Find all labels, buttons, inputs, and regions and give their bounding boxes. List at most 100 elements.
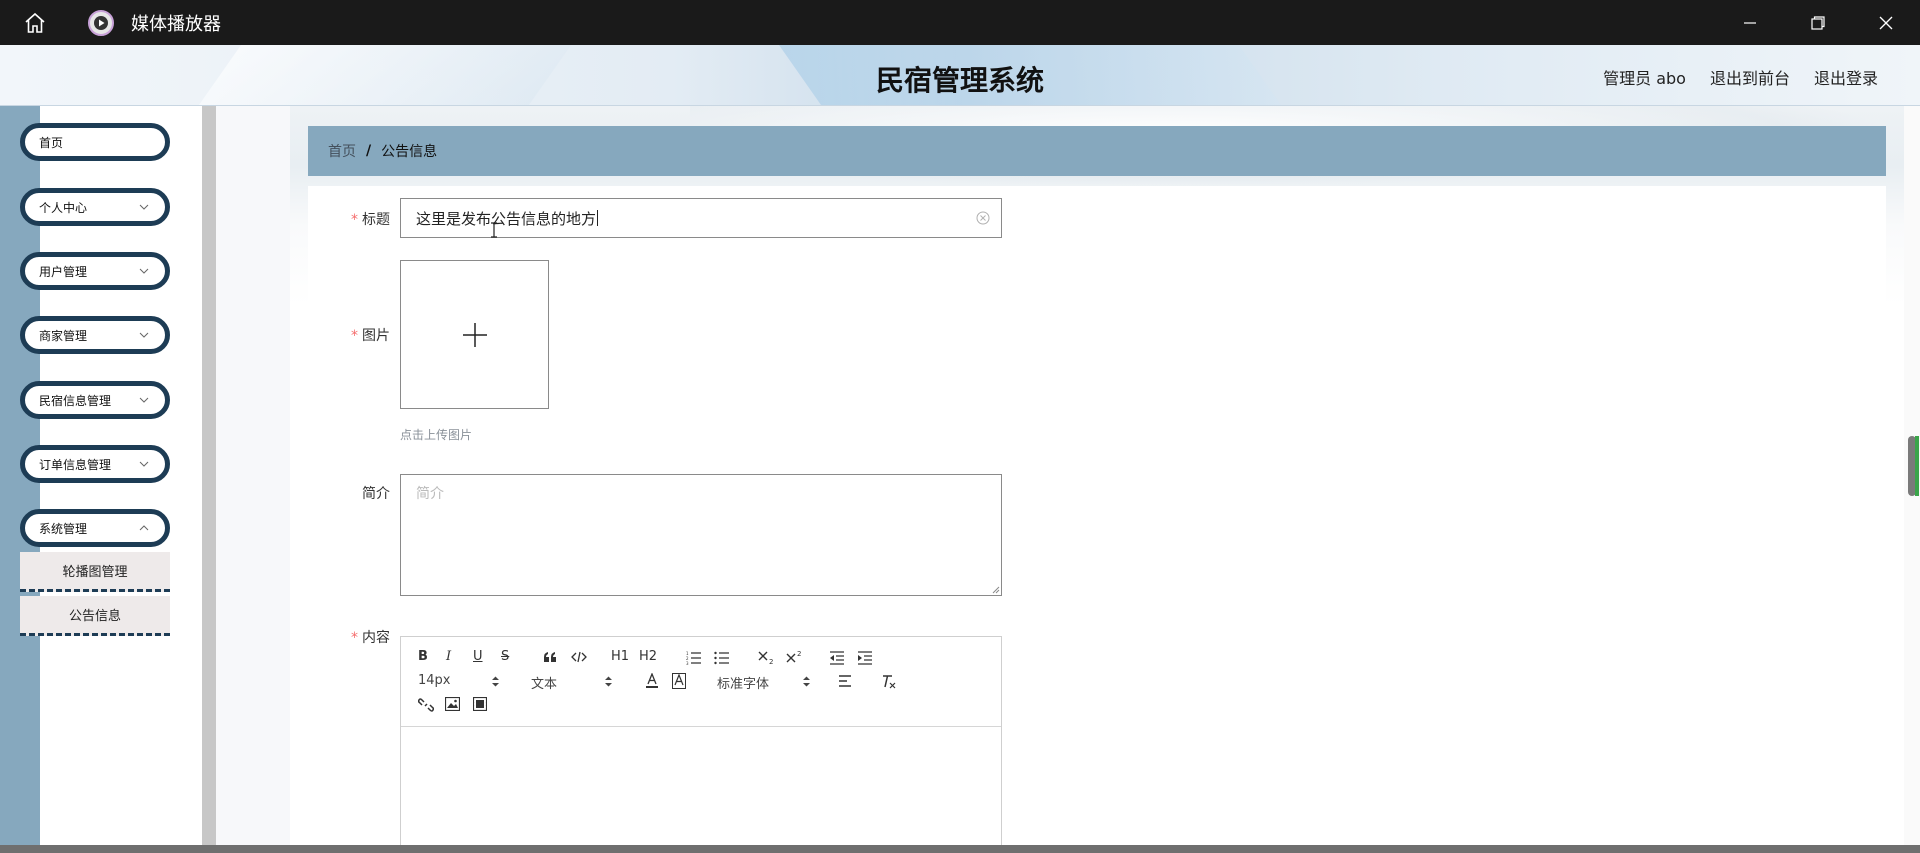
required-mark: * bbox=[351, 630, 358, 646]
title-label: * 标题 bbox=[310, 209, 390, 229]
sidebar-item-label: 用户管理 bbox=[39, 264, 88, 279]
chevron-down-icon bbox=[139, 525, 149, 531]
breadcrumb-separator: / bbox=[366, 143, 372, 159]
indent-icon[interactable] bbox=[857, 651, 873, 665]
chevron-down-icon bbox=[139, 268, 149, 274]
rich-text-editor: B I U S H1 H2 123 2 2 14px 文本 标准字体 bbox=[400, 636, 1002, 853]
svg-text:3: 3 bbox=[686, 661, 689, 665]
breadcrumb-home[interactable]: 首页 bbox=[328, 141, 356, 161]
breadcrumb: 首页 / 公告信息 bbox=[308, 126, 1886, 176]
italic-button[interactable]: I bbox=[446, 649, 451, 664]
intro-textarea[interactable]: 简介 bbox=[400, 474, 1002, 596]
chevron-down-icon bbox=[139, 461, 149, 467]
sidebar-item-users[interactable]: 用户管理 bbox=[20, 252, 170, 290]
sidebar-item-system[interactable]: 系统管理 bbox=[20, 509, 170, 547]
sidebar-item-homestays[interactable]: 民宿信息管理 bbox=[20, 381, 170, 419]
submenu-item-label: 轮播图管理 bbox=[62, 565, 128, 580]
bold-button[interactable]: B bbox=[418, 649, 428, 664]
image-label: * 图片 bbox=[310, 325, 390, 345]
close-icon[interactable] bbox=[1852, 0, 1920, 45]
header-actions: 管理员 abo 退出到前台 退出登录 bbox=[1603, 65, 1878, 89]
bullet-list-icon[interactable] bbox=[714, 651, 730, 665]
sidebar-divider bbox=[202, 106, 216, 853]
strike-button[interactable]: S bbox=[501, 649, 509, 664]
heading1-button[interactable]: H1 bbox=[611, 649, 629, 664]
required-mark: * bbox=[351, 328, 358, 344]
quote-icon[interactable] bbox=[543, 651, 557, 663]
outdent-icon[interactable] bbox=[829, 651, 845, 665]
editor-toolbar: B I U S H1 H2 123 2 2 14px 文本 标准字体 bbox=[401, 637, 1001, 727]
upload-tip: 点击上传图片 bbox=[400, 428, 473, 442]
submenu-item-carousel[interactable]: 轮播图管理 bbox=[20, 552, 170, 592]
plus-icon bbox=[462, 322, 487, 347]
sidebar-item-orders[interactable]: 订单信息管理 bbox=[20, 445, 170, 483]
select-arrows-icon bbox=[803, 676, 810, 687]
content-label: * 内容 bbox=[310, 627, 390, 647]
sidebar-item-profile[interactable]: 个人中心 bbox=[20, 188, 170, 226]
required-mark: * bbox=[351, 212, 358, 228]
clear-icon[interactable] bbox=[975, 210, 991, 226]
window-titlebar: 媒体播放器 bbox=[0, 0, 1920, 45]
code-icon[interactable] bbox=[571, 651, 587, 663]
resize-handle-icon[interactable] bbox=[992, 586, 1000, 594]
sidebar-item-home[interactable]: 首页 bbox=[20, 123, 170, 161]
sidebar-item-label: 首页 bbox=[39, 135, 64, 150]
ordered-list-icon[interactable]: 123 bbox=[686, 651, 702, 665]
svg-text:2: 2 bbox=[797, 650, 801, 658]
clear-format-icon[interactable] bbox=[881, 674, 897, 689]
background-color-icon[interactable] bbox=[672, 673, 686, 689]
breadcrumb-current: 公告信息 bbox=[381, 144, 438, 160]
submenu-item-label: 公告信息 bbox=[68, 609, 121, 624]
intro-placeholder: 简介 bbox=[416, 486, 444, 502]
select-arrows-icon bbox=[492, 676, 499, 687]
image-label-text: 图片 bbox=[362, 328, 390, 344]
font-color-icon[interactable] bbox=[645, 673, 659, 689]
back-to-front-link[interactable]: 退出到前台 bbox=[1710, 65, 1790, 89]
heading1-label: H1 bbox=[611, 649, 630, 664]
paragraph-select[interactable]: 文本 bbox=[531, 673, 612, 692]
link-icon[interactable] bbox=[418, 697, 434, 713]
submenu-item-announcements[interactable]: 公告信息 bbox=[20, 596, 170, 636]
superscript-icon[interactable]: 2 bbox=[786, 650, 804, 664]
window-bottom-edge bbox=[0, 845, 1920, 853]
font-family-value: 标准字体 bbox=[717, 677, 770, 692]
underline-button[interactable]: U bbox=[473, 649, 483, 664]
sidebar-item-label: 民宿信息管理 bbox=[39, 393, 112, 408]
window-controls bbox=[1716, 0, 1920, 45]
ibeam-cursor-icon bbox=[491, 222, 497, 238]
logout-link[interactable]: 退出登录 bbox=[1814, 65, 1878, 89]
chevron-down-icon bbox=[139, 397, 149, 403]
title-input-value: 这里是发布公告信息的地方 bbox=[416, 209, 597, 228]
font-family-select[interactable]: 标准字体 bbox=[717, 673, 817, 692]
editor-body[interactable] bbox=[401, 727, 1001, 853]
image-upload[interactable] bbox=[400, 260, 549, 409]
app-header: 民宿管理系统 管理员 abo 退出到前台 退出登录 bbox=[0, 45, 1920, 106]
align-icon[interactable] bbox=[838, 675, 852, 687]
chevron-down-icon bbox=[139, 332, 149, 338]
home-icon[interactable] bbox=[0, 0, 70, 45]
minimize-icon[interactable] bbox=[1716, 0, 1784, 45]
intro-label: 简介 bbox=[362, 486, 390, 502]
restore-icon[interactable] bbox=[1784, 0, 1852, 45]
sidebar-gap bbox=[216, 106, 290, 853]
sidebar-item-label: 系统管理 bbox=[39, 521, 88, 536]
image-icon[interactable] bbox=[445, 697, 460, 711]
play-icon bbox=[88, 9, 114, 36]
heading2-button[interactable]: H2 bbox=[639, 649, 657, 664]
svg-text:2: 2 bbox=[769, 658, 773, 664]
chevron-down-icon bbox=[139, 204, 149, 210]
heading2-label: H2 bbox=[639, 649, 658, 664]
sidebar-item-label: 个人中心 bbox=[39, 200, 88, 215]
user-label: 管理员 abo bbox=[1603, 69, 1686, 88]
sidebar-item-merchants[interactable]: 商家管理 bbox=[20, 316, 170, 354]
text-cursor bbox=[597, 210, 599, 226]
sidebar-item-label: 商家管理 bbox=[39, 328, 88, 343]
video-icon[interactable] bbox=[473, 697, 487, 711]
vertical-scrollbar[interactable] bbox=[1904, 106, 1920, 853]
subscript-icon[interactable]: 2 bbox=[758, 650, 776, 664]
sidebar-item-label: 订单信息管理 bbox=[39, 457, 112, 472]
font-size-select[interactable]: 14px bbox=[418, 673, 499, 688]
font-size-value: 14px bbox=[418, 673, 451, 688]
paragraph-value: 文本 bbox=[531, 677, 558, 692]
scroll-indicator bbox=[1915, 436, 1919, 496]
